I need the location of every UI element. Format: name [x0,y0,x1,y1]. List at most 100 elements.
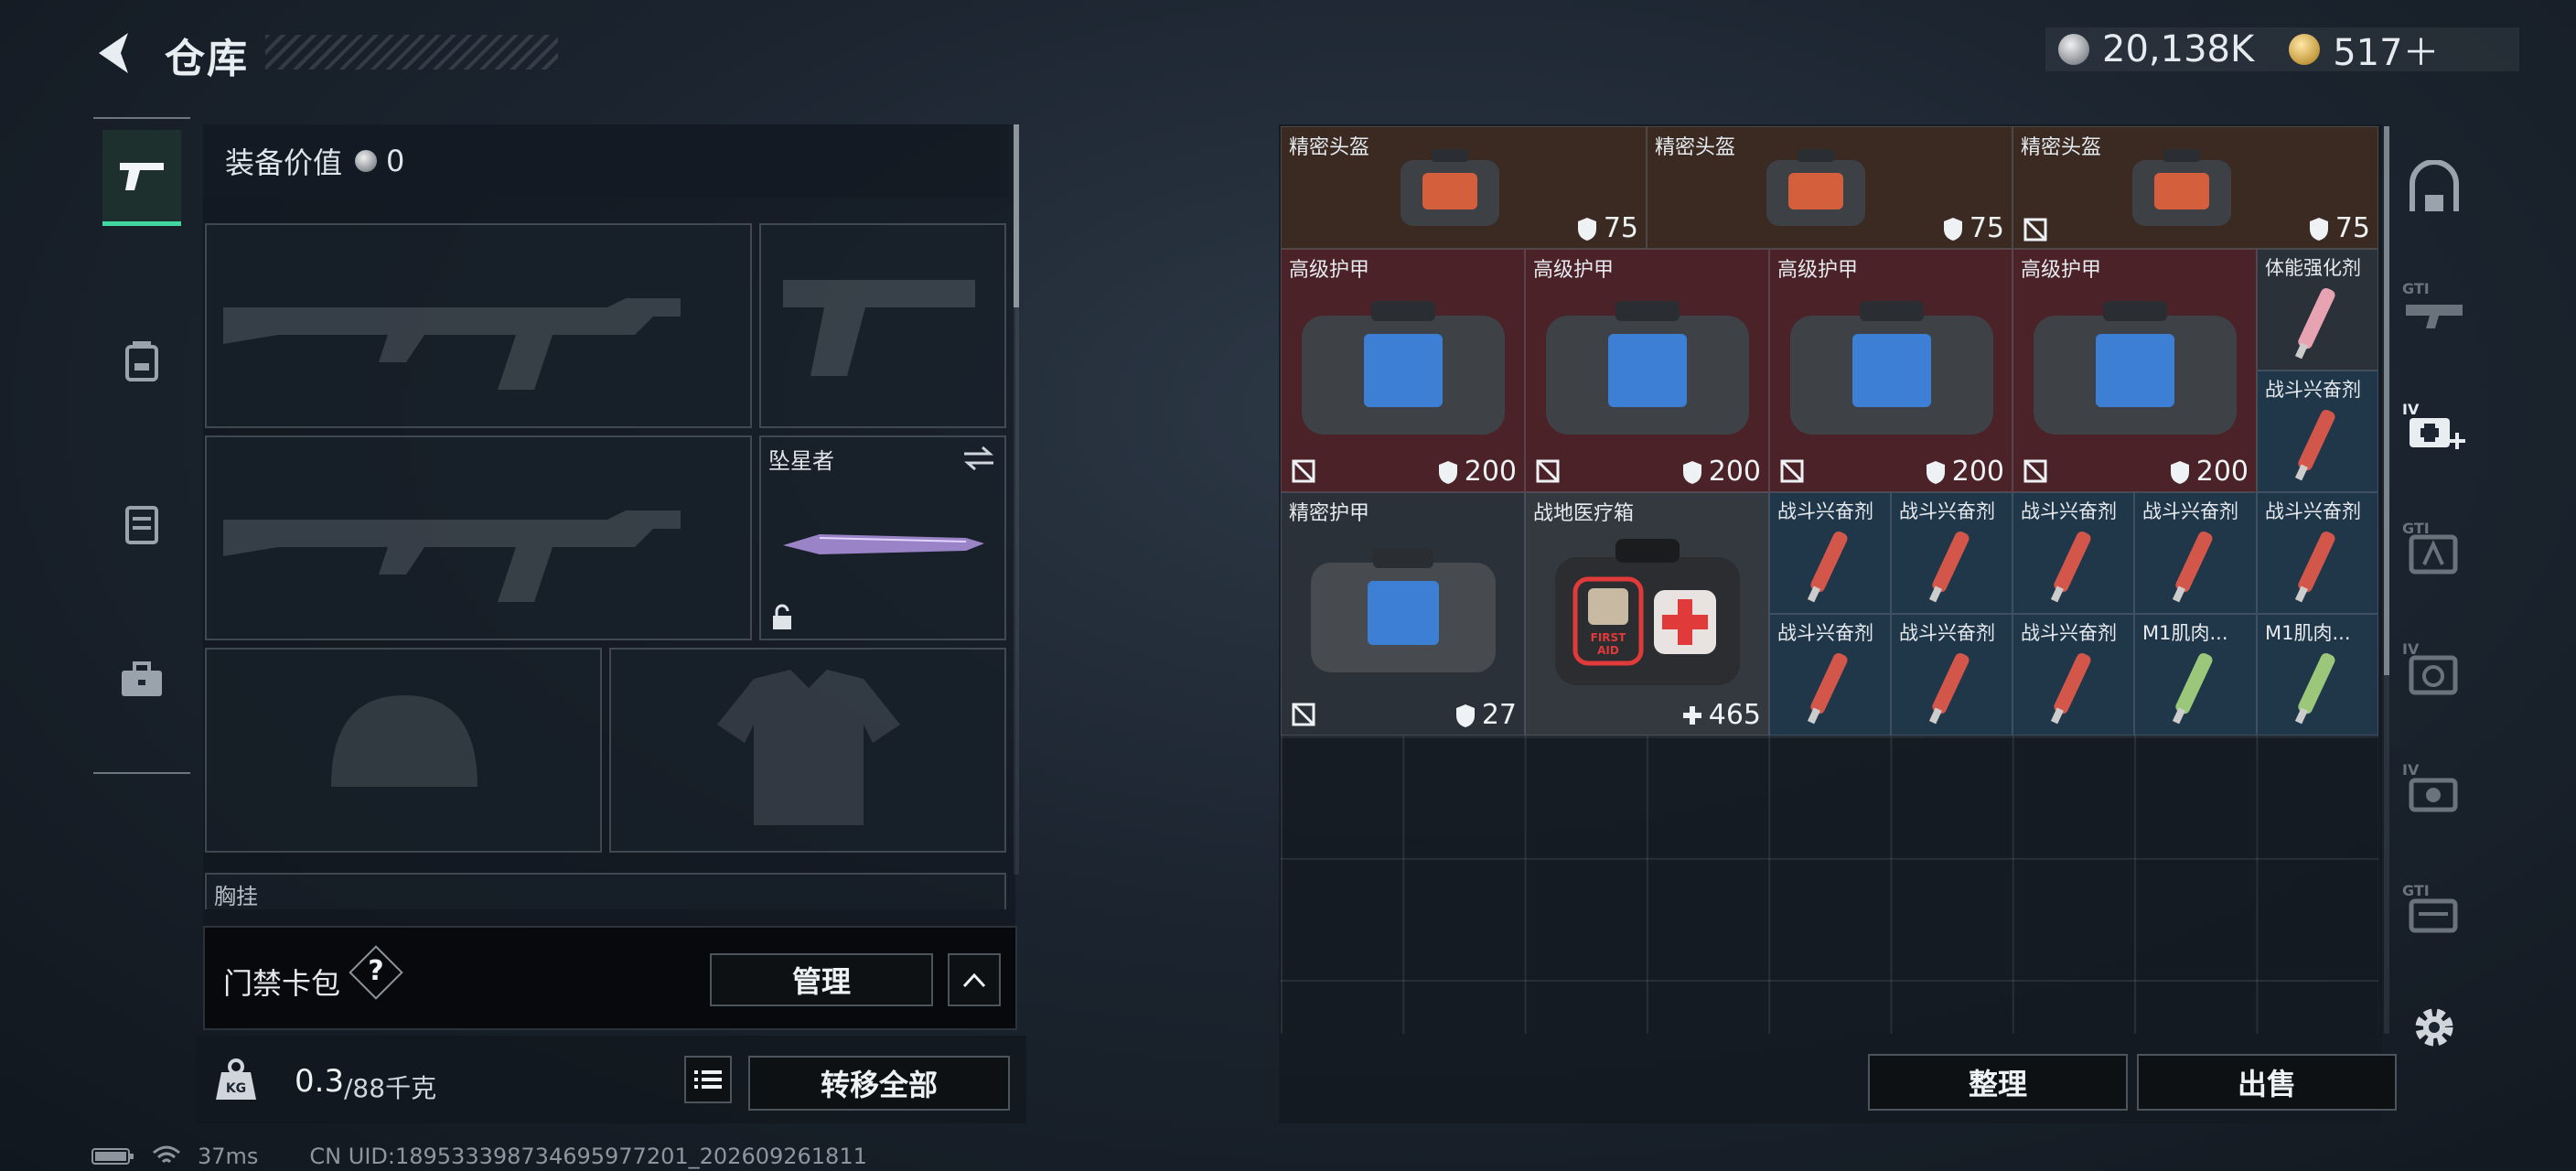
manage-button[interactable]: 管理 [710,953,933,1006]
inventory-item[interactable]: M1肌肉... [2134,614,2257,736]
shield-icon [1577,217,1596,241]
primary-weapon-slot[interactable] [205,223,752,428]
inventory-item[interactable]: 战斗兴奋剂 [1891,614,2012,736]
inventory-item[interactable]: 精密头盔 75 [1647,126,2012,249]
inventory-item[interactable]: 精密头盔 75 [2012,126,2378,249]
syringe-green-icon [2294,652,2335,725]
item-name: 战斗兴奋剂 [2265,379,2361,401]
swap-arrows-icon[interactable] [962,445,995,472]
medical-storage-icon: IV [2402,401,2465,449]
silver-coin-icon [2058,34,2089,65]
chest-rig-slot[interactable]: 胸挂 [205,873,1006,909]
no-insure-icon [1292,459,1315,483]
currency-bar: 20,138K 517＋ [2045,27,2519,74]
access-card-bar: 门禁卡包 ? 管理 [203,926,1017,1030]
melee-weapon-slot[interactable]: 坠星者 [759,435,1006,640]
shield-icon [2309,217,2328,241]
item-name: 战斗兴奋剂 [1899,500,1995,522]
nav-toolbox-tab[interactable] [102,640,181,719]
syringe-red-icon [1807,531,1848,603]
armor-slot[interactable] [609,648,1006,853]
inventory-item[interactable]: 战斗兴奋剂 [2257,492,2378,614]
inventory-item[interactable]: 战斗兴奋剂 [1769,614,1891,736]
storage-tab-gt2[interactable]: GTI [2400,512,2468,580]
weight-kg-icon: KG [216,1058,256,1100]
list-view-button[interactable] [684,1056,732,1103]
item-durability: 75 [1576,212,1638,244]
left-nav [93,117,190,774]
inventory-item[interactable]: 战斗兴奋剂 [1891,492,2012,614]
nav-vest-tab[interactable] [102,483,181,562]
storage-tab-iv3[interactable]: IV [2400,754,2468,822]
svg-text:GTI: GTI [2402,280,2430,297]
inventory-item[interactable]: 高级护甲 200 [1525,249,1769,492]
shield-icon [2170,460,2189,484]
access-card-label: 门禁卡包 [223,966,341,1001]
inventory-item[interactable]: 战斗兴奋剂 [2012,614,2134,736]
syringe-red-icon [1807,652,1848,725]
wifi-icon [153,1145,180,1164]
storage-tab-gt3[interactable]: GTI [2400,875,2468,942]
user-uid: CN UID:18953339873469597720​1_2026092618… [309,1144,867,1169]
storage-tab-medical[interactable]: IV [2400,392,2468,459]
storage-tab-iv2[interactable]: IV [2400,633,2468,701]
organize-button[interactable]: 整理 [1868,1054,2128,1111]
syringe-red-icon [2294,531,2335,603]
inventory-item[interactable]: 战斗兴奋剂 [1769,492,1891,614]
no-insure-icon [2023,459,2047,483]
transfer-all-button[interactable]: 转移全部 [748,1056,1010,1111]
backup-weapon-slot[interactable] [205,435,752,640]
storage-tab-gt1[interactable]: GTI [2400,271,2468,338]
ping-value: 37ms [198,1144,259,1169]
nav-weapon-tab[interactable] [102,130,181,226]
settings-button[interactable] [2400,994,2468,1061]
back-arrow-icon[interactable] [88,26,143,81]
inventory-item[interactable]: 战斗兴奋剂 [2257,371,2378,492]
equipment-value: 0 [386,144,405,178]
armor-bag-icon [2034,301,2237,435]
armor-bag-icon [1546,301,1749,435]
inventory-item[interactable]: 战斗兴奋剂 [2012,492,2134,614]
inventory-item[interactable]: 高级护甲 200 [1281,249,1525,492]
item-name: M1肌肉... [2265,622,2351,644]
storage-tab-main[interactable] [2400,156,2468,223]
inventory-item[interactable]: 高级护甲 200 [2012,249,2257,492]
inventory-item[interactable]: 体能强化剂 [2257,249,2378,371]
helmet-bag-icon [1401,149,1499,226]
ammo-storage-icon: IV [2402,761,2458,812]
storage-tabs: GTI IV GTI IV IV GTI [2388,124,2479,1047]
inventory-item[interactable]: 精密护甲 27 [1281,492,1525,736]
shield-icon [1943,217,1962,241]
helmet-slot[interactable] [205,648,602,853]
inventory-item[interactable]: 精密头盔 75 [1281,126,1647,249]
expand-button[interactable] [948,953,1001,1006]
equipment-scrollbar-thumb[interactable] [1014,124,1019,307]
item-durability: 200 [1437,456,1517,488]
secondary-weapon-slot[interactable] [759,223,1006,428]
no-insure-icon [1536,459,1560,483]
helmet-silhouette-icon [331,695,478,787]
weight-bar: KG 0.3 /88千克 转移全部 [196,1036,1026,1123]
sell-button[interactable]: 出售 [2137,1054,2397,1111]
syringe-red-icon [1928,652,1970,725]
help-icon: ? [368,955,384,987]
item-name: 体能强化剂 [2265,257,2361,279]
helmet-storage-icon: IV [2402,640,2458,695]
inventory-item[interactable]: 高级护甲 200 [1769,249,2012,492]
plus-heal-icon [1682,705,1701,725]
item-name: 战斗兴奋剂 [2021,622,2117,644]
syringe-red-icon [2294,409,2335,481]
inventory-item[interactable]: M1肌肉... [2257,614,2378,736]
no-insure-icon [1292,703,1315,726]
gear-icon [2415,1008,2453,1047]
nav-backpack-tab[interactable] [102,322,181,401]
chest-rig-label: 胸挂 [214,884,258,909]
item-name: 战斗兴奋剂 [2265,500,2361,522]
item-name: 精密头盔 [1655,136,1736,159]
item-name: M1肌肉... [2142,622,2228,644]
gold-amount[interactable]: 517＋ [2333,23,2439,76]
inventory-item[interactable]: 战斗兴奋剂 [2134,492,2257,614]
item-name: 战斗兴奋剂 [1777,622,1873,644]
knife-icon [783,534,984,554]
inventory-item[interactable]: 战地医疗箱 FIRST AID 465 [1525,492,1769,736]
